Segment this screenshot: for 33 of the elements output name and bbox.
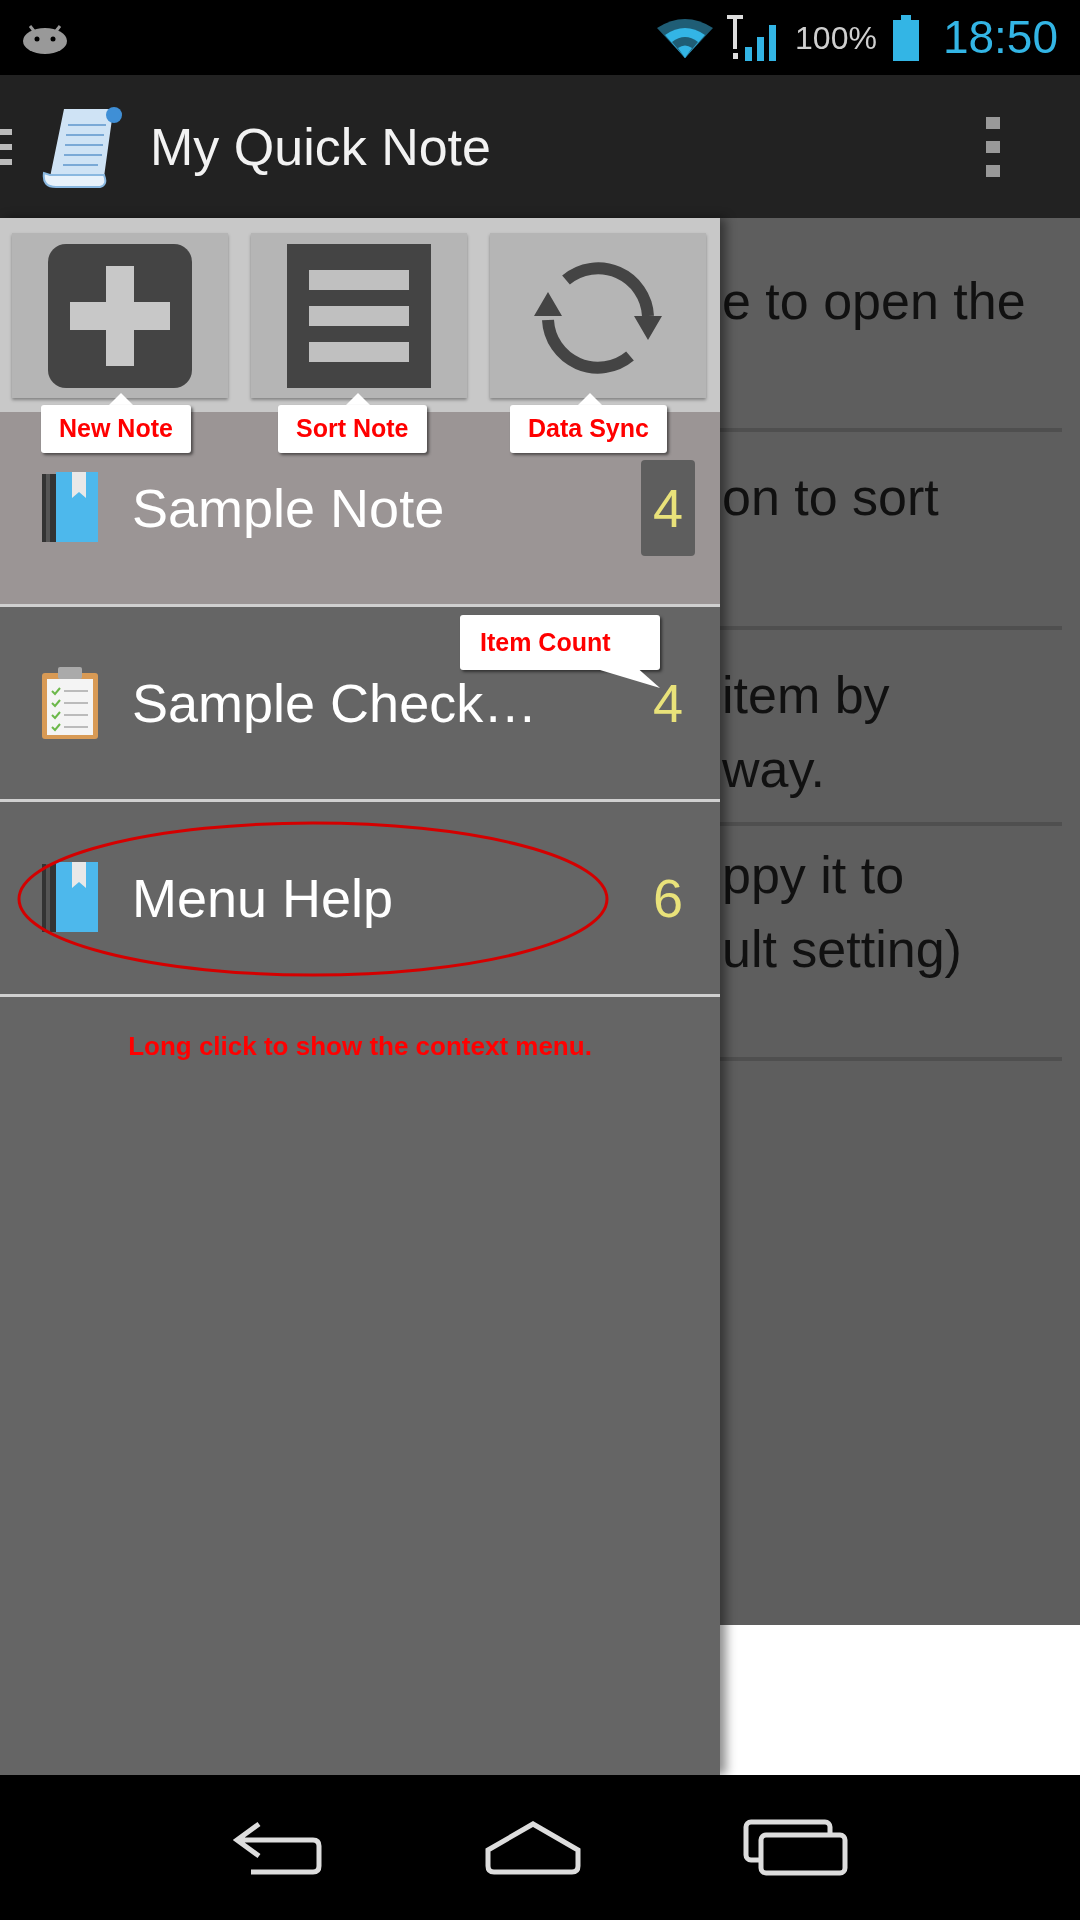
note-text: ppy it to <box>722 845 906 906</box>
wifi-icon <box>657 17 714 58</box>
callout: Data Sync <box>510 393 667 453</box>
home-icon[interactable] <box>484 1819 582 1876</box>
book-icon <box>42 472 98 544</box>
app-title: My Quick Note <box>150 116 491 178</box>
clipboard-icon <box>42 667 98 739</box>
back-icon[interactable] <box>230 1819 323 1876</box>
clock-time: 18:50 <box>942 10 1058 65</box>
callout: New Note <box>41 393 191 453</box>
overflow-menu-icon[interactable] <box>986 116 1000 177</box>
note-text: e to open the <box>722 271 1027 332</box>
callout: Sort Note <box>278 393 427 453</box>
sync-button[interactable] <box>490 233 706 398</box>
battery-percentage: 100% <box>795 18 877 58</box>
note-list-item[interactable]: Menu Help 6 <box>0 802 720 997</box>
note-text: item by <box>722 665 891 726</box>
add-button[interactable] <box>12 233 228 398</box>
sort-button[interactable] <box>251 233 467 398</box>
note-text: ult setting) <box>722 919 963 980</box>
book-icon <box>42 862 98 934</box>
add-icon <box>48 243 192 388</box>
note-text: way. <box>722 739 827 800</box>
list-icon <box>287 243 431 388</box>
item-count: 4 <box>641 460 695 556</box>
note-title: Menu Help <box>132 866 394 930</box>
battery-icon <box>892 14 919 61</box>
hint-text: Long click to show the context menu. <box>127 1030 593 1063</box>
recent-apps-icon[interactable] <box>743 1818 850 1877</box>
drawer-indicator-icon[interactable] <box>0 126 12 167</box>
note-text: on to sort <box>722 467 940 528</box>
item-count: 6 <box>651 866 684 930</box>
note-title: Sample Note <box>132 476 445 540</box>
